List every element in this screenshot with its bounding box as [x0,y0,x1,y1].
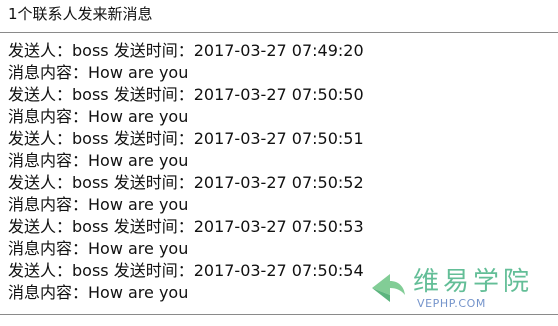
message-item: 发送人：boss 发送时间：2017-03-27 07:50:52 消息内容：H… [8,172,538,216]
message-content-line: 消息内容：How are you [8,107,189,126]
arrow-icon [368,268,408,308]
message-sender-line: 发送人：boss 发送时间：2017-03-27 07:50:51 [8,129,364,148]
message-content-line: 消息内容：How are you [8,151,189,170]
message-content-line: 消息内容：How are you [8,63,189,82]
message-content-line: 消息内容：How are you [8,195,189,214]
message-list: 发送人：boss 发送时间：2017-03-27 07:49:20 消息内容：H… [8,40,538,304]
message-item: 发送人：boss 发送时间：2017-03-27 07:50:51 消息内容：H… [8,128,538,172]
message-content-line: 消息内容：How are you [8,239,189,258]
footer-divider [0,314,558,315]
watermark: 维易学院 VEPHP.COM [368,266,548,312]
watermark-domain: VEPHP.COM [417,297,487,310]
message-sender-line: 发送人：boss 发送时间：2017-03-27 07:50:53 [8,217,364,236]
message-sender-line: 发送人：boss 发送时间：2017-03-27 07:49:20 [8,41,364,60]
message-sender-line: 发送人：boss 发送时间：2017-03-27 07:50:50 [8,85,364,104]
message-sender-line: 发送人：boss 发送时间：2017-03-27 07:50:52 [8,173,364,192]
header-divider [0,32,558,33]
page-title: 1个联系人发来新消息 [8,5,153,23]
watermark-title: 维易学院 [413,267,534,297]
message-item: 发送人：boss 发送时间：2017-03-27 07:49:20 消息内容：H… [8,40,538,84]
message-item: 发送人：boss 发送时间：2017-03-27 07:50:50 消息内容：H… [8,84,538,128]
message-item: 发送人：boss 发送时间：2017-03-27 07:50:53 消息内容：H… [8,216,538,260]
